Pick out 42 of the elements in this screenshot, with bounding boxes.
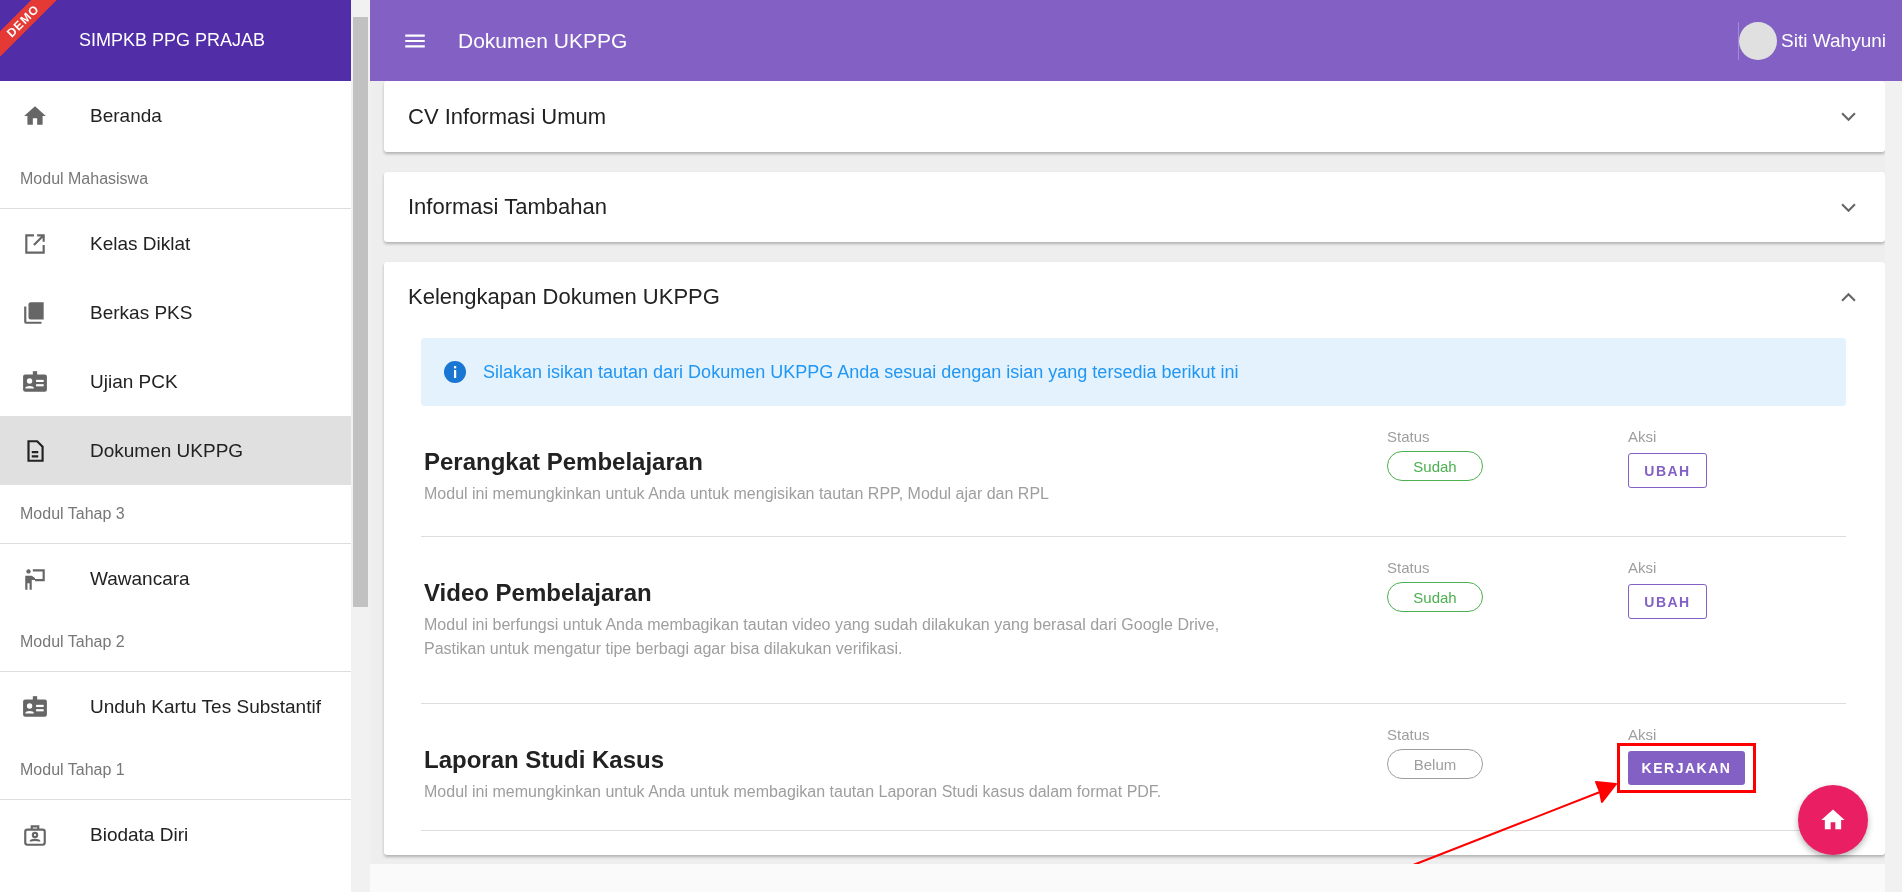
app-title: SIMPKB PPG PRAJAB (79, 30, 266, 51)
alert-text: Silakan isikan tautan dari Dokumen UKPPG Anda sesuai dengan isian yang tersedia berikut ini (483, 361, 1239, 383)
sidebar-item[interactable]: Biodata Diri (0, 800, 351, 869)
panel-header[interactable]: CV Informasi Umum (384, 81, 1885, 152)
sidebar-item[interactable]: Wawancara (0, 544, 351, 613)
panel-header[interactable]: Informasi Tambahan (384, 172, 1885, 242)
section-heading: Modul Tahap 1 (20, 761, 125, 779)
page-title: Dokumen UKPPG (458, 28, 628, 53)
sidebar-item[interactable]: Beranda (0, 81, 351, 150)
chevron-down-icon (1841, 201, 1856, 213)
sidebar-scrollbar[interactable] (351, 0, 370, 892)
action-label: Aksi (1628, 559, 1657, 576)
sidebar-item[interactable]: Ujian PCK (0, 347, 351, 416)
work-button[interactable]: KERJAKAN (1628, 751, 1745, 785)
edit-button[interactable]: UBAH (1628, 584, 1707, 619)
action-label: Aksi (1628, 726, 1657, 743)
status-label: Status (1387, 726, 1430, 743)
document-description: Modul ini berfungsi untuk Anda membagikan tautan video yang sudah dilakukan yang berasal dari Google Drive, Pastikan untuk mengatur tipe berbagi agar bisa dilakukan verifikasi. (424, 615, 1221, 659)
id-card-icon (22, 693, 48, 720)
document-title: Laporan Studi Kasus (424, 746, 666, 774)
action-label: Aksi (1628, 428, 1657, 445)
document-title: Perangkat Pembelajaran (424, 448, 704, 476)
document-title: Video Pembelajaran (424, 579, 653, 607)
status-label: Status (1387, 428, 1430, 445)
panel-header[interactable]: Kelengkapan Dokumen UKPPG (384, 262, 1885, 332)
document-description: Modul ini memungkinkan untuk Anda untuk membagikan tautan Laporan Studi kasus dalam format PDF. (424, 782, 1163, 802)
sidebar-item[interactable]: Dokumen UKPPG (0, 416, 351, 485)
sidebar-item[interactable]: Berkas PKS (0, 278, 351, 347)
sidebar-item[interactable]: Kelas Diklat (0, 209, 351, 278)
user-name[interactable]: Siti Wahyuni (1781, 29, 1886, 52)
info-icon (443, 360, 467, 384)
edit-button[interactable]: UBAH (1628, 453, 1707, 488)
avatar[interactable] (1739, 21, 1778, 60)
section-heading: Modul Tahap 2 (20, 633, 125, 651)
sidebar-item[interactable]: Unduh Kartu Tes Substantif (0, 672, 351, 741)
document-description: Modul ini memungkinkan untuk Anda untuk mengisikan tautan RPP, Modul ajar dan RPL (424, 484, 1050, 504)
chevron-up-icon (1841, 291, 1856, 303)
status-label: Status (1387, 559, 1430, 576)
chevron-down-icon (1841, 111, 1856, 122)
id-card-icon (22, 368, 48, 395)
section-heading: Modul Mahasiswa (20, 170, 149, 188)
section-heading: Modul Tahap 3 (20, 505, 125, 523)
